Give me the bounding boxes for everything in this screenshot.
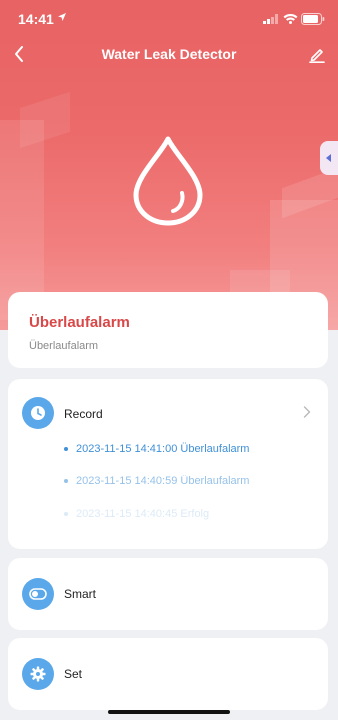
- bullet-dot: [64, 512, 68, 517]
- edit-icon: [309, 49, 325, 63]
- battery-icon: [301, 13, 325, 25]
- clock-icon: [31, 406, 45, 420]
- status-subtitle: Überlaufalarm: [29, 340, 99, 352]
- bullet-dot: [64, 479, 68, 484]
- smart-label: Smart: [64, 587, 97, 601]
- home-indicator: [108, 710, 230, 714]
- set-icon-badge: [22, 658, 54, 690]
- water-drop-icon: [133, 136, 203, 226]
- gear-icon: [30, 666, 46, 682]
- nav-bar: Water Leak Detector: [0, 38, 338, 70]
- record-card[interactable]: Record 2023-11-15 14:41:00 Überlaufalarm…: [8, 379, 328, 549]
- signal-icon: [263, 14, 278, 24]
- decor-block: [0, 120, 44, 320]
- chevron-right-icon[interactable]: [303, 406, 311, 418]
- device-status-card: Überlaufalarm Überlaufalarm: [8, 292, 328, 368]
- wifi-icon: [283, 13, 298, 24]
- edit-button[interactable]: [305, 43, 329, 67]
- toggle-icon: [29, 588, 47, 600]
- record-list-item: 2023-11-15 14:40:45 Erfolg: [64, 508, 209, 520]
- side-drawer-tab[interactable]: [320, 141, 338, 175]
- bullet-dot: [64, 447, 68, 452]
- record-icon-badge: [22, 397, 54, 429]
- set-card[interactable]: Set: [8, 638, 328, 710]
- triangle-left-icon: [326, 154, 331, 162]
- smart-card[interactable]: Smart: [8, 558, 328, 630]
- page-title: Water Leak Detector: [101, 46, 237, 62]
- record-label: Record: [64, 407, 103, 421]
- record-list-item: 2023-11-15 14:41:00 Überlaufalarm: [64, 443, 249, 455]
- smart-icon-badge: [22, 578, 54, 610]
- record-list-item: 2023-11-15 14:40:59 Überlaufalarm: [64, 475, 249, 487]
- decor-block: [20, 91, 70, 149]
- status-title: Überlaufalarm: [29, 314, 130, 331]
- status-bar: 14:41: [0, 0, 338, 40]
- set-label: Set: [64, 667, 83, 681]
- location-arrow-icon: [58, 13, 66, 21]
- status-time: 14:41: [18, 11, 54, 27]
